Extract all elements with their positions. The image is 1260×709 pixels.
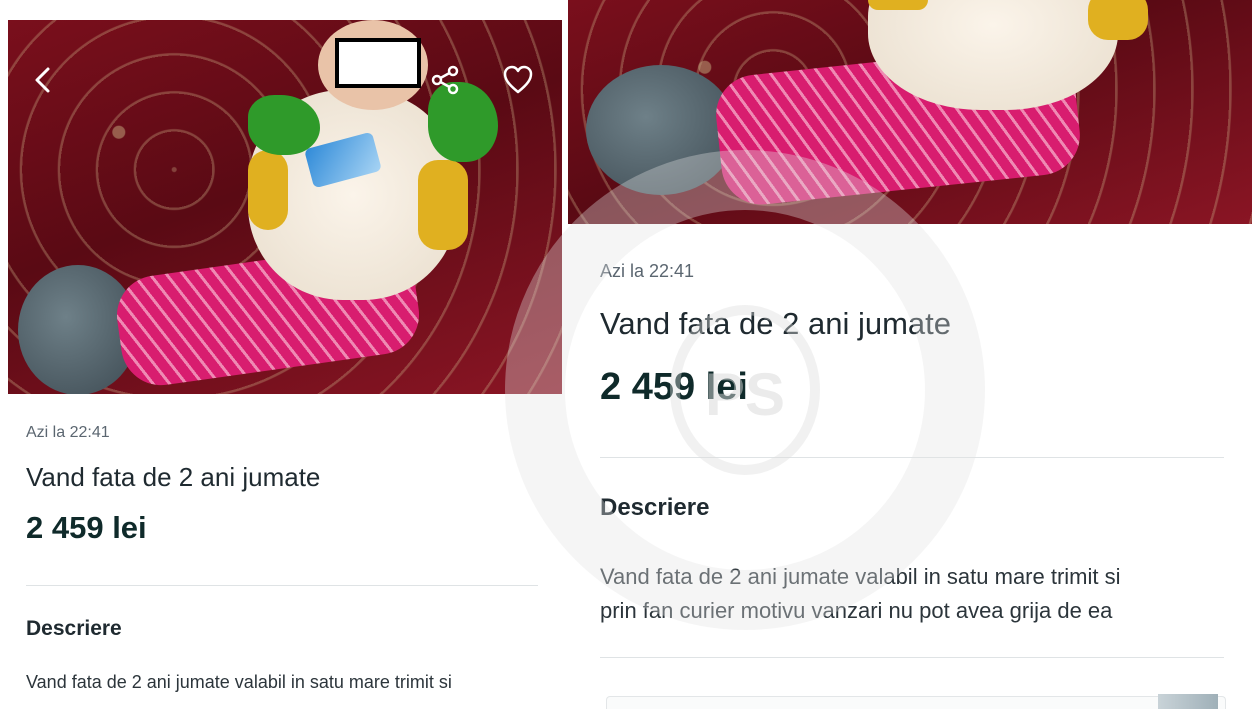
listing-photo[interactable] xyxy=(8,20,562,394)
sleeve xyxy=(418,160,468,250)
share-icon xyxy=(431,65,459,95)
divider xyxy=(600,457,1224,458)
left-listing-screenshot: Azi la 22:41 Vand fata de 2 ani jumate 2… xyxy=(0,0,562,709)
post-timestamp: Azi la 22:41 xyxy=(600,261,695,281)
favorite-button[interactable] xyxy=(498,60,538,100)
heart-icon xyxy=(503,65,533,94)
description-text: Vand fata de 2 ani jumate valabil in sat… xyxy=(26,672,452,692)
description-heading: Descriere xyxy=(600,494,710,521)
listing-title: Vand fata de 2 ani jumate xyxy=(600,306,952,341)
description-heading: Descriere xyxy=(26,617,122,640)
listing-price: 2 459 lei xyxy=(600,366,748,408)
post-timestamp: Azi la 22:41 xyxy=(26,424,110,441)
chevron-left-icon xyxy=(35,67,50,93)
listing-photo[interactable] xyxy=(568,0,1252,224)
sleeve xyxy=(1088,0,1148,40)
censor-box xyxy=(335,38,421,88)
listing-title: Vand fata de 2 ani jumate xyxy=(26,462,321,492)
sleeve xyxy=(248,150,288,230)
description-text: Vand fata de 2 ani jumate valabil in sat… xyxy=(600,560,1240,628)
back-button[interactable] xyxy=(24,60,64,100)
divider xyxy=(600,657,1224,658)
thumbnail[interactable] xyxy=(1158,694,1218,709)
divider xyxy=(26,585,538,586)
share-button[interactable] xyxy=(425,60,465,100)
sleeve xyxy=(868,0,928,10)
description-line: Vand fata de 2 ani jumate valabil in sat… xyxy=(600,564,1121,589)
right-listing-screenshot: Azi la 22:41 Vand fata de 2 ani jumate 2… xyxy=(568,0,1260,709)
shoe xyxy=(586,65,736,195)
listing-price: 2 459 lei xyxy=(26,510,147,545)
description-line: prin fan curier motivu vanzari nu pot av… xyxy=(600,598,1113,623)
contact-card[interactable] xyxy=(606,696,1226,709)
